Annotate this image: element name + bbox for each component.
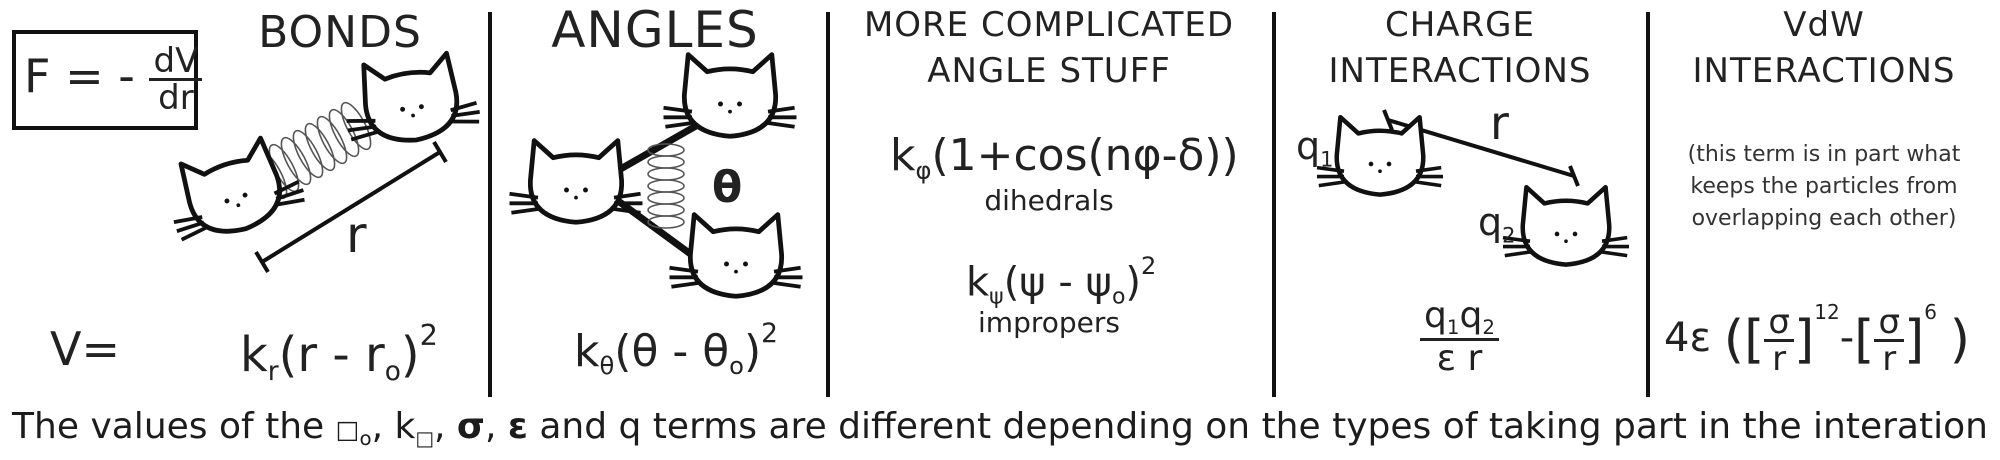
charge-title-line2: INTERACTIONS [1328,51,1592,91]
charge-q2-label: q2 [1478,200,1515,247]
caption-comma1: , k [371,406,416,447]
force-lhs: F = - [24,49,135,103]
angle-k-sub: θ [599,352,615,381]
lj-r-2: r [1882,338,1897,379]
caption-comma2: , [434,406,457,447]
caption-epsilon: ε [507,406,528,447]
lj-r-1: r [1772,338,1787,379]
caption-box1: □ [335,415,360,444]
bond-close: ) [400,326,420,383]
angle-k: k [574,325,600,377]
charge-q1-label: q1 [1296,124,1333,171]
improper-close: ) [1125,259,1142,306]
vdw-note-line2: keeps the particles from [1690,174,1958,199]
lj-open-bracket-2: [ [1854,310,1875,370]
lj-close-bracket-1: ] [1793,310,1815,370]
coulomb-fraction: q1q2 ε r [1420,298,1499,377]
bond-body: (r - r [278,326,385,383]
lj-pow-12: 12 [1814,300,1840,324]
charge-r-label: r [1490,96,1509,150]
lj-minus: - [1839,315,1855,361]
force-fraction: dV dr [149,44,203,118]
caption-before: The values of the [12,406,336,447]
caption: The values of the □o, k□, σ, ε and q ter… [0,406,2000,450]
angles-title: ANGLES [551,1,759,59]
lennard-jones-formula: 4ε ([σ r]12-[σ r]6 ) [1664,300,1970,376]
vdw-title-line1: VdW [1783,5,1865,45]
improper-k: k [966,259,990,306]
vdw-note-line1: (this term is in part what [1687,142,1961,167]
angle-cat-top [664,55,797,137]
q2-letter: q [1478,200,1503,244]
lj-close-paren: ) [1949,310,1971,370]
dihedral-formula: kφ(1+cos(nφ-δ)) [890,130,1239,184]
complicated-title-line1: MORE COMPLICATED [863,5,1235,45]
angle-potential-formula: kθ(θ - θo)2 [574,318,778,380]
dihedrals-label: dihedrals [984,184,1114,217]
improper-power: 2 [1141,252,1157,280]
charge-cat-2 [1503,187,1629,264]
lj-sigma-2: σ [1874,305,1904,342]
vdw-note-line3: overlapping each other) [1691,206,1957,231]
coulomb-denominator: ε r [1436,337,1483,379]
lj-close-bracket-2: ] [1904,310,1925,370]
coulomb-numerator: q1q2 [1420,298,1499,341]
angle-cat-left [510,141,643,223]
q1-subscript: 1 [1320,147,1334,172]
coulomb-formula: q1q2 ε r [1420,298,1499,377]
impropers-label: impropers [978,306,1120,339]
angle-spring [647,143,685,229]
bonds-title: BONDS [258,7,422,58]
bond-r-label: r [346,206,367,264]
coulomb-q1: q [1424,295,1447,336]
lj-prefix: 4ε [1664,315,1712,361]
lj-open-paren: ( [1723,310,1745,370]
angle-theta-label: θ [712,162,743,213]
lj-sigma-1: σ [1764,305,1794,342]
potential-label: V= [50,322,121,376]
angle-theta0-sub: o [729,352,744,381]
lj-open-bracket-1: [ [1744,310,1765,370]
lj-fraction-2: σr [1874,305,1904,376]
dihedral-k-sub: φ [915,156,932,185]
coulomb-q2-sub: 2 [1482,315,1495,339]
lj-fraction-1: σr [1764,305,1794,376]
caption-after: and q terms are different depending on t… [527,406,1988,447]
complicated-title-line2: ANGLE STUFF [927,51,1171,91]
bond-r0-sub: o [384,356,401,388]
improper-body: (ψ - ψ [1003,259,1112,306]
force-denominator: dr [158,78,194,118]
coulomb-q2: q [1459,295,1483,336]
vdw-title-line2: INTERACTIONS [1692,51,1956,91]
caption-sigma: σ [456,406,485,447]
force-equation: F = - dV dr [24,44,203,118]
force-numerator: dV [149,44,203,81]
angle-power: 2 [761,318,778,349]
q1-letter: q [1296,124,1321,168]
bond-power: 2 [419,318,438,352]
caption-comma3: , [484,406,508,447]
charge-title-line1: CHARGE [1384,5,1536,45]
lj-pow-6: 6 [1924,300,1938,324]
bond-k: k [240,326,268,383]
coulomb-q1-sub: 1 [1446,315,1460,339]
bond-k-sub: r [267,356,279,388]
angle-close: ) [743,325,762,377]
caption-box1-sub: o [359,426,372,450]
bond-potential-formula: kr(r - ro)2 [240,318,438,387]
bond-cat-right [339,50,482,149]
improper-formula: kψ(ψ - ψo)2 [966,252,1156,309]
dihedral-body: (1+cos(nφ-δ)) [931,130,1239,181]
dihedral-k: k [890,130,916,181]
caption-box2-sub: □ [415,426,435,450]
angle-cat-bottom [670,215,803,297]
angle-body: (θ - θ [614,325,730,377]
q2-subscript: 2 [1502,223,1516,248]
